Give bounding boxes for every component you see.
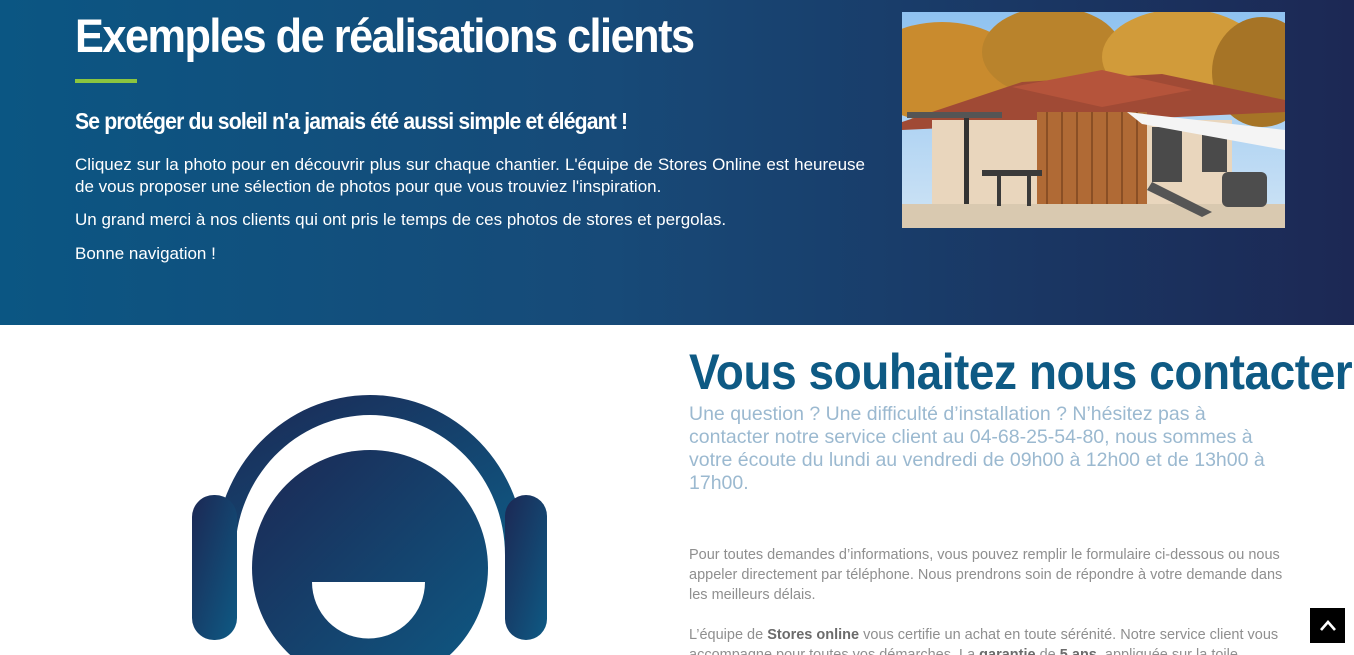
contact-paragraph-info: Pour toutes demandes d’informations, vou… [689,547,1283,603]
hero-paragraph-thanks: Un grand merci à nos clients qui ont pri… [75,210,727,229]
contact-paragraph-guarantee: L’équipe de Stores online vous certifie … [689,625,1284,655]
guarantee-duration: 5 ans [1059,647,1097,655]
page-title: Exemples de réalisations clients [75,9,695,62]
guarantee-label: garantie [979,647,1036,655]
brand-name: Stores online [767,627,860,643]
project-photo [902,12,1285,228]
hero-section: Exemples de réalisations clients Se prot… [0,0,1354,325]
contact-title: Vous souhaitez nous contacter [689,344,1353,400]
scroll-to-top-button[interactable] [1310,608,1345,643]
hero-paragraph-intro: Cliquez sur la photo pour en découvrir p… [75,155,865,196]
guarantee-text: L’équipe de [689,627,768,643]
hero-paragraph-closing: Bonne navigation ! [75,244,216,263]
contact-lead: Une question ? Une difficulté d’installa… [689,403,1265,494]
guarantee-text: de [1035,647,1060,655]
guarantee-text: , appliquée sur la toile [1096,647,1238,655]
title-underline [75,79,137,83]
chevron-up-icon [1319,619,1336,631]
headset-support-icon [192,395,547,655]
project-photo-link[interactable] [902,12,1285,228]
hero-subtitle: Se protéger du soleil n'a jamais été aus… [75,108,628,134]
